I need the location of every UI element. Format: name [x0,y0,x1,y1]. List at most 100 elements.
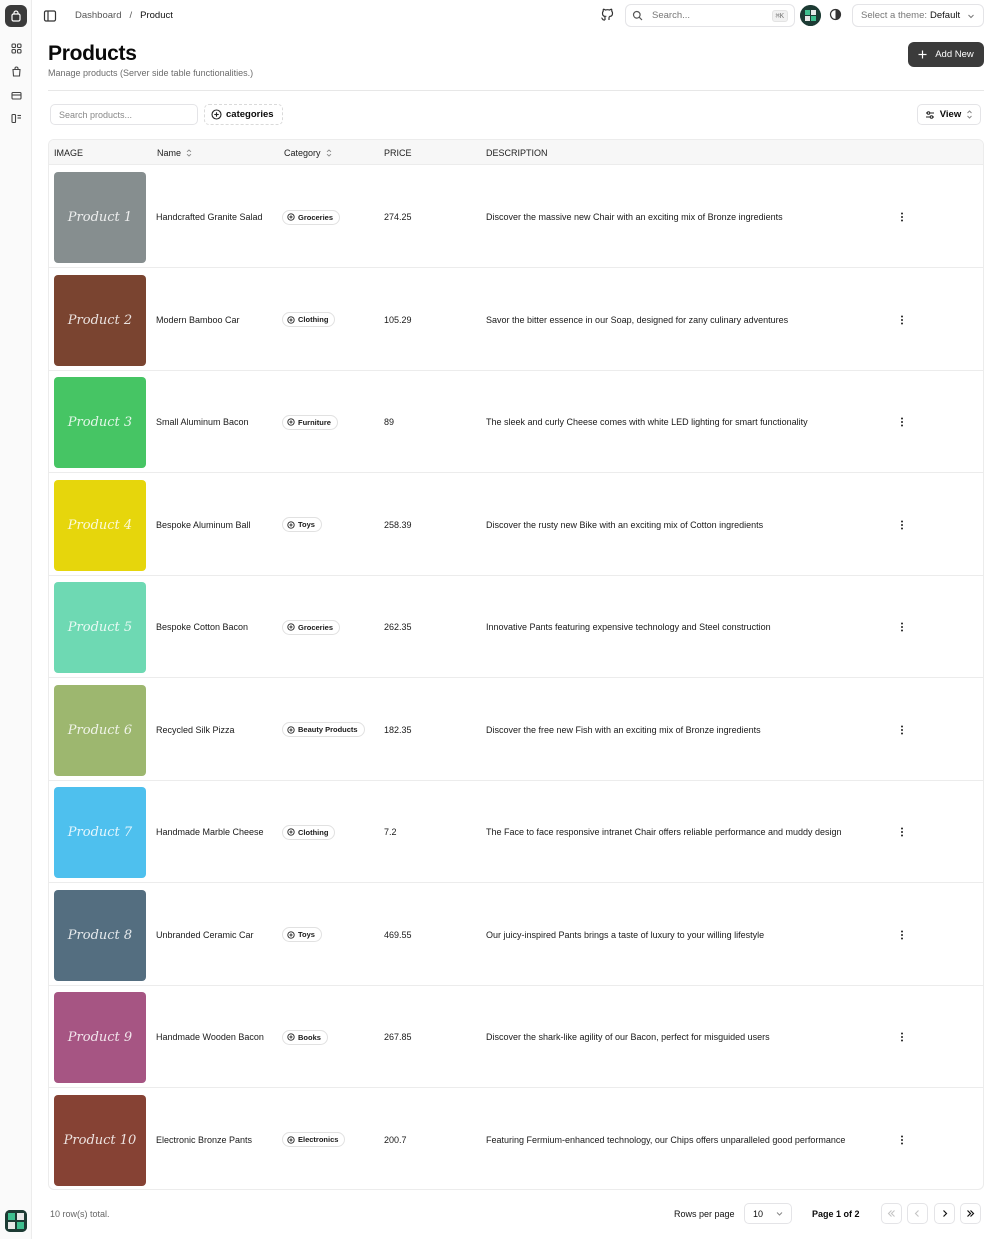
product-image-label: Product 6 [67,722,133,738]
row-actions-icon[interactable] [895,825,909,839]
category-badge: Furniture [282,414,338,430]
row-actions-icon[interactable] [895,928,909,942]
product-category: Groceries [282,166,341,268]
table-row: Product 8 Unbranded Ceramic Car Toys 469.55… [49,884,983,986]
row-actions-icon[interactable] [895,1030,909,1044]
page-info: Page 1 of 2 [812,1209,860,1219]
product-name: Bespoke Aluminum Ball [156,474,251,576]
product-description: Our juicy-inspired Pants brings a taste … [486,884,764,986]
product-description: Innovative Pants featuring expensive tec… [486,576,771,678]
chevron-left-icon [914,1210,919,1217]
product-price: 7.2 [384,781,397,883]
last-page-button[interactable] [960,1203,981,1224]
add-new-label: Add New [935,49,974,60]
previous-page-button[interactable] [907,1203,928,1224]
product-price: 105.29 [384,269,412,371]
product-search-placeholder: Search products... [59,109,133,120]
plus-circle-icon [287,828,295,836]
global-search-input[interactable]: Search... ⌘K [625,4,795,27]
column-name[interactable]: Name [157,148,192,158]
breadcrumb-dashboard[interactable]: Dashboard [75,10,121,21]
category-badge: Clothing [282,312,336,327]
category-badge-label: Books [298,1032,321,1042]
product-name: Handmade Marble Cheese [156,781,264,883]
plus-circle-icon [211,109,222,120]
plus-circle-icon [287,418,295,426]
product-name-text: Bespoke Cotton Bacon [156,622,249,632]
product-name: Unbranded Ceramic Car [156,884,254,986]
row-actions-icon[interactable] [895,210,909,224]
sidebar [0,0,32,1239]
category-badge-label: Furniture [298,417,331,427]
product-name-text: Handmade Marble Cheese [156,827,264,837]
product-category: Groceries [282,576,341,678]
product-image-label: Product 9 [67,1030,133,1045]
column-category[interactable]: Category [284,148,332,158]
product-search-input[interactable]: Search products... [50,104,198,125]
category-badge: Electronics [282,1132,346,1147]
plus-circle-icon [287,520,295,529]
category-badge-label: Clothing [298,827,329,837]
add-new-button[interactable]: Add New [908,42,984,67]
first-page-button[interactable] [881,1203,902,1224]
github-icon[interactable] [600,8,616,24]
product-name-text: Modern Bamboo Car [156,314,240,325]
row-actions-icon[interactable] [895,723,909,737]
row-actions-icon[interactable] [895,1133,909,1147]
header-avatar[interactable] [800,5,821,26]
product-image-label: Product 1 [67,210,133,225]
rows-per-page-value: 10 [753,1208,764,1219]
column-image-label: IMAGE [54,148,84,158]
column-description: DESCRIPTION [486,148,548,158]
category-badge: Clothing [282,824,336,840]
global-search-placeholder: Search... [652,10,691,21]
product-description: Savor the bitter essence in our Soap, de… [486,269,788,371]
product-category: Electronics [282,1089,346,1190]
plus-circle-icon [287,930,295,939]
next-page-button[interactable] [934,1203,955,1224]
kanban-icon[interactable] [8,110,24,126]
view-options-button[interactable]: View [917,104,981,125]
product-image: Product 6 [54,684,146,776]
product-name: Recycled Silk Pizza [156,679,235,781]
product-price: 262.35 [384,576,412,678]
product-description-text: Discover the shark-like agility of our B… [486,1032,770,1042]
category-badge: Toys [282,517,322,532]
product-category: Books [282,986,328,1088]
plus-circle-icon [287,623,295,631]
product-description: Discover the shark-like agility of our B… [486,986,770,1088]
credit-card-icon[interactable] [8,87,24,103]
category-badge: Groceries [282,619,341,635]
row-actions-icon[interactable] [895,620,909,634]
theme-toggle-icon[interactable] [829,8,843,22]
product-description-text: Innovative Pants featuring expensive tec… [486,622,771,632]
product-price: 89 [384,371,394,473]
rows-per-page-select[interactable]: 10 [744,1203,792,1224]
title-divider [48,90,984,91]
product-price-text: 274.25 [384,212,412,222]
product-description-text: Discover the rusty new Bike with an exci… [486,519,764,530]
plus-icon [918,50,927,59]
row-actions-icon[interactable] [895,518,909,532]
categories-filter-button[interactable]: categories [204,104,283,125]
product-image: Product 3 [54,377,146,468]
product-description: Discover the free new Fish with an excit… [486,679,761,781]
breadcrumb-product: Product [140,10,173,21]
sidebar-toggle-icon[interactable] [43,9,57,23]
rows-per-page-label: Rows per page [674,1209,735,1219]
dashboard-icon[interactable] [8,40,24,56]
theme-select[interactable]: Select a theme: Default [852,4,984,27]
category-badge-label: Groceries [298,622,334,632]
category-badge-label: Beauty Products [298,725,358,734]
product-description: Discover the massive new Chair with an e… [486,166,783,268]
search-shortcut: ⌘K [771,9,788,22]
app-logo-icon[interactable] [5,5,27,27]
product-price-text: 200.7 [384,1134,407,1145]
row-actions-icon[interactable] [895,313,909,327]
row-actions-icon[interactable] [895,415,909,429]
user-avatar[interactable] [5,1210,27,1232]
shopping-bag-icon[interactable] [8,63,24,79]
product-image: Product 7 [54,787,146,878]
product-image-label: Product 5 [67,620,133,635]
search-icon [632,10,643,21]
